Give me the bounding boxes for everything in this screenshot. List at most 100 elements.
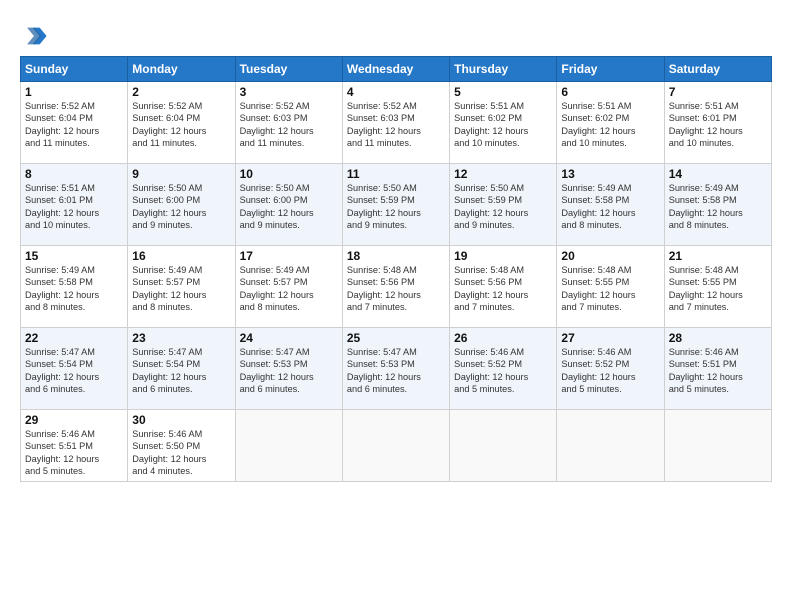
calendar-cell: 25Sunrise: 5:47 AM Sunset: 5:53 PM Dayli…: [342, 328, 449, 410]
cell-info: Sunrise: 5:50 AM Sunset: 6:00 PM Dayligh…: [132, 182, 230, 232]
day-number: 24: [240, 331, 338, 345]
weekday-header-tuesday: Tuesday: [235, 57, 342, 82]
calendar-cell: 9Sunrise: 5:50 AM Sunset: 6:00 PM Daylig…: [128, 164, 235, 246]
calendar-cell: 7Sunrise: 5:51 AM Sunset: 6:01 PM Daylig…: [664, 82, 771, 164]
day-number: 13: [561, 167, 659, 181]
cell-info: Sunrise: 5:48 AM Sunset: 5:55 PM Dayligh…: [561, 264, 659, 314]
calendar-cell: 2Sunrise: 5:52 AM Sunset: 6:04 PM Daylig…: [128, 82, 235, 164]
calendar-cell: [664, 410, 771, 482]
calendar-cell: 17Sunrise: 5:49 AM Sunset: 5:57 PM Dayli…: [235, 246, 342, 328]
cell-info: Sunrise: 5:51 AM Sunset: 6:02 PM Dayligh…: [454, 100, 552, 150]
calendar-cell: 20Sunrise: 5:48 AM Sunset: 5:55 PM Dayli…: [557, 246, 664, 328]
cell-info: Sunrise: 5:51 AM Sunset: 6:01 PM Dayligh…: [669, 100, 767, 150]
day-number: 28: [669, 331, 767, 345]
cell-info: Sunrise: 5:46 AM Sunset: 5:52 PM Dayligh…: [454, 346, 552, 396]
calendar-cell: 15Sunrise: 5:49 AM Sunset: 5:58 PM Dayli…: [21, 246, 128, 328]
cell-info: Sunrise: 5:49 AM Sunset: 5:57 PM Dayligh…: [240, 264, 338, 314]
weekday-header-friday: Friday: [557, 57, 664, 82]
day-number: 18: [347, 249, 445, 263]
calendar-cell: 21Sunrise: 5:48 AM Sunset: 5:55 PM Dayli…: [664, 246, 771, 328]
cell-info: Sunrise: 5:52 AM Sunset: 6:03 PM Dayligh…: [347, 100, 445, 150]
day-number: 9: [132, 167, 230, 181]
day-number: 30: [132, 413, 230, 427]
calendar-body: 1Sunrise: 5:52 AM Sunset: 6:04 PM Daylig…: [21, 82, 772, 482]
page: SundayMondayTuesdayWednesdayThursdayFrid…: [0, 0, 792, 612]
cell-info: Sunrise: 5:50 AM Sunset: 5:59 PM Dayligh…: [454, 182, 552, 232]
calendar-cell: 1Sunrise: 5:52 AM Sunset: 6:04 PM Daylig…: [21, 82, 128, 164]
calendar-cell: 30Sunrise: 5:46 AM Sunset: 5:50 PM Dayli…: [128, 410, 235, 482]
calendar-cell: 18Sunrise: 5:48 AM Sunset: 5:56 PM Dayli…: [342, 246, 449, 328]
cell-info: Sunrise: 5:52 AM Sunset: 6:04 PM Dayligh…: [132, 100, 230, 150]
calendar-cell: 8Sunrise: 5:51 AM Sunset: 6:01 PM Daylig…: [21, 164, 128, 246]
calendar-cell: 13Sunrise: 5:49 AM Sunset: 5:58 PM Dayli…: [557, 164, 664, 246]
weekday-header-saturday: Saturday: [664, 57, 771, 82]
cell-info: Sunrise: 5:49 AM Sunset: 5:58 PM Dayligh…: [669, 182, 767, 232]
day-number: 27: [561, 331, 659, 345]
day-number: 29: [25, 413, 123, 427]
logo: [20, 22, 50, 50]
calendar-cell: 14Sunrise: 5:49 AM Sunset: 5:58 PM Dayli…: [664, 164, 771, 246]
calendar-cell: 10Sunrise: 5:50 AM Sunset: 6:00 PM Dayli…: [235, 164, 342, 246]
calendar-cell: 22Sunrise: 5:47 AM Sunset: 5:54 PM Dayli…: [21, 328, 128, 410]
calendar-cell: 27Sunrise: 5:46 AM Sunset: 5:52 PM Dayli…: [557, 328, 664, 410]
cell-info: Sunrise: 5:48 AM Sunset: 5:56 PM Dayligh…: [454, 264, 552, 314]
calendar-cell: 12Sunrise: 5:50 AM Sunset: 5:59 PM Dayli…: [450, 164, 557, 246]
day-number: 25: [347, 331, 445, 345]
calendar-cell: [235, 410, 342, 482]
day-number: 17: [240, 249, 338, 263]
header: [20, 18, 772, 50]
day-number: 11: [347, 167, 445, 181]
day-number: 6: [561, 85, 659, 99]
cell-info: Sunrise: 5:47 AM Sunset: 5:54 PM Dayligh…: [132, 346, 230, 396]
day-number: 2: [132, 85, 230, 99]
cell-info: Sunrise: 5:49 AM Sunset: 5:57 PM Dayligh…: [132, 264, 230, 314]
day-number: 4: [347, 85, 445, 99]
calendar-cell: [557, 410, 664, 482]
day-number: 8: [25, 167, 123, 181]
calendar-cell: [342, 410, 449, 482]
day-number: 10: [240, 167, 338, 181]
calendar-cell: 26Sunrise: 5:46 AM Sunset: 5:52 PM Dayli…: [450, 328, 557, 410]
day-number: 22: [25, 331, 123, 345]
cell-info: Sunrise: 5:48 AM Sunset: 5:55 PM Dayligh…: [669, 264, 767, 314]
calendar-cell: [450, 410, 557, 482]
day-number: 16: [132, 249, 230, 263]
day-number: 15: [25, 249, 123, 263]
cell-info: Sunrise: 5:51 AM Sunset: 6:01 PM Dayligh…: [25, 182, 123, 232]
day-number: 3: [240, 85, 338, 99]
calendar-cell: 4Sunrise: 5:52 AM Sunset: 6:03 PM Daylig…: [342, 82, 449, 164]
cell-info: Sunrise: 5:49 AM Sunset: 5:58 PM Dayligh…: [561, 182, 659, 232]
cell-info: Sunrise: 5:47 AM Sunset: 5:54 PM Dayligh…: [25, 346, 123, 396]
calendar-cell: 11Sunrise: 5:50 AM Sunset: 5:59 PM Dayli…: [342, 164, 449, 246]
day-number: 23: [132, 331, 230, 345]
day-number: 1: [25, 85, 123, 99]
calendar-header-row: SundayMondayTuesdayWednesdayThursdayFrid…: [21, 57, 772, 82]
day-number: 7: [669, 85, 767, 99]
cell-info: Sunrise: 5:48 AM Sunset: 5:56 PM Dayligh…: [347, 264, 445, 314]
calendar-table: SundayMondayTuesdayWednesdayThursdayFrid…: [20, 56, 772, 482]
cell-info: Sunrise: 5:46 AM Sunset: 5:50 PM Dayligh…: [132, 428, 230, 478]
cell-info: Sunrise: 5:52 AM Sunset: 6:04 PM Dayligh…: [25, 100, 123, 150]
calendar-cell: 24Sunrise: 5:47 AM Sunset: 5:53 PM Dayli…: [235, 328, 342, 410]
cell-info: Sunrise: 5:50 AM Sunset: 5:59 PM Dayligh…: [347, 182, 445, 232]
cell-info: Sunrise: 5:47 AM Sunset: 5:53 PM Dayligh…: [347, 346, 445, 396]
calendar-cell: 16Sunrise: 5:49 AM Sunset: 5:57 PM Dayli…: [128, 246, 235, 328]
weekday-header-sunday: Sunday: [21, 57, 128, 82]
weekday-header-wednesday: Wednesday: [342, 57, 449, 82]
cell-info: Sunrise: 5:51 AM Sunset: 6:02 PM Dayligh…: [561, 100, 659, 150]
calendar-cell: 3Sunrise: 5:52 AM Sunset: 6:03 PM Daylig…: [235, 82, 342, 164]
calendar-cell: 29Sunrise: 5:46 AM Sunset: 5:51 PM Dayli…: [21, 410, 128, 482]
cell-info: Sunrise: 5:52 AM Sunset: 6:03 PM Dayligh…: [240, 100, 338, 150]
weekday-header-monday: Monday: [128, 57, 235, 82]
cell-info: Sunrise: 5:46 AM Sunset: 5:52 PM Dayligh…: [561, 346, 659, 396]
day-number: 26: [454, 331, 552, 345]
cell-info: Sunrise: 5:50 AM Sunset: 6:00 PM Dayligh…: [240, 182, 338, 232]
cell-info: Sunrise: 5:46 AM Sunset: 5:51 PM Dayligh…: [669, 346, 767, 396]
day-number: 20: [561, 249, 659, 263]
day-number: 14: [669, 167, 767, 181]
calendar-cell: 28Sunrise: 5:46 AM Sunset: 5:51 PM Dayli…: [664, 328, 771, 410]
day-number: 5: [454, 85, 552, 99]
calendar-cell: 6Sunrise: 5:51 AM Sunset: 6:02 PM Daylig…: [557, 82, 664, 164]
calendar-cell: 5Sunrise: 5:51 AM Sunset: 6:02 PM Daylig…: [450, 82, 557, 164]
calendar-cell: 23Sunrise: 5:47 AM Sunset: 5:54 PM Dayli…: [128, 328, 235, 410]
